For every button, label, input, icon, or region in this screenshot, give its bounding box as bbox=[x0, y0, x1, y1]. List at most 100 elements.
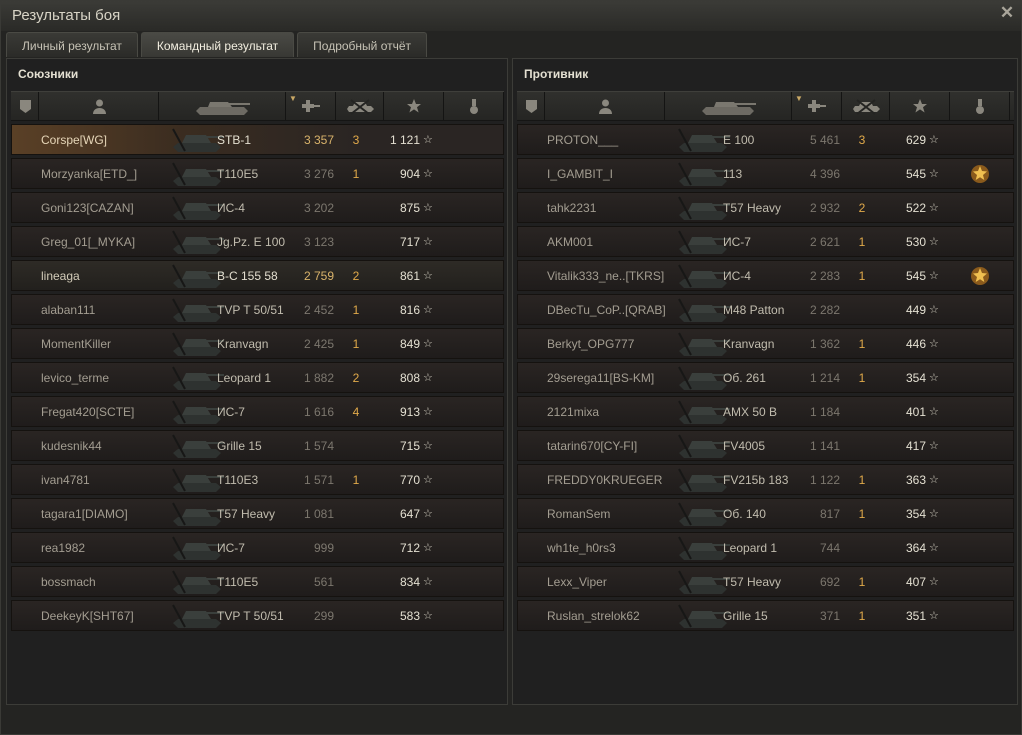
player-row[interactable]: Lexx_Viper T57 Heavy 692 1 407 ☆ bbox=[517, 566, 1014, 597]
player-row[interactable]: I_GAMBIT_I 113 4 396 545 ☆ bbox=[517, 158, 1014, 189]
player-row[interactable]: Berkyt_OPG777 Kranvagn 1 362 1 446 ☆ bbox=[517, 328, 1014, 359]
player-row[interactable]: rea1982 ИС-7 999 712 ☆ bbox=[11, 532, 504, 563]
kills-value: 1 bbox=[858, 269, 866, 283]
tab-detailed-report[interactable]: Подробный отчёт bbox=[297, 32, 428, 57]
kills-value: 1 bbox=[858, 337, 866, 351]
column-header-squad[interactable] bbox=[11, 92, 39, 120]
star-icon: ☆ bbox=[423, 474, 433, 486]
tank-icon bbox=[196, 102, 250, 115]
star-icon: ☆ bbox=[929, 406, 939, 418]
close-icon[interactable]: ✕ bbox=[999, 4, 1015, 21]
squad-icon bbox=[20, 100, 31, 113]
damage-value: 1 574 bbox=[303, 439, 334, 453]
tank-name: Jg.Pz. E 100 bbox=[217, 235, 286, 249]
player-row[interactable]: Ruslan_strelok62 Grille 15 371 1 351 ☆ bbox=[517, 600, 1014, 631]
star-icon: ☆ bbox=[423, 610, 433, 622]
player-row[interactable]: ivan4781 T110E3 1 571 1 770 ☆ bbox=[11, 464, 504, 495]
column-header-player[interactable] bbox=[39, 92, 159, 120]
column-header-medal[interactable] bbox=[950, 92, 1010, 120]
star-icon: ☆ bbox=[929, 202, 939, 214]
tab-team-result[interactable]: Командный результат bbox=[140, 32, 295, 57]
player-row[interactable]: kudesnik44 Grille 15 1 574 715 ☆ bbox=[11, 430, 504, 461]
damage-value: 2 452 bbox=[303, 303, 334, 317]
column-header-tank[interactable] bbox=[665, 92, 792, 120]
column-header-star[interactable] bbox=[384, 92, 444, 120]
player-name: Ruslan_strelok62 bbox=[547, 609, 640, 623]
player-row[interactable]: Vitalik333_ne..[TKRS] ИС-4 2 283 1 545 ☆ bbox=[517, 260, 1014, 291]
column-header-kills[interactable] bbox=[842, 92, 890, 120]
star-icon: ☆ bbox=[423, 270, 433, 282]
damage-value: 3 357 bbox=[303, 133, 334, 147]
star-icon: ☆ bbox=[423, 576, 433, 588]
medal-icon[interactable] bbox=[970, 266, 990, 286]
player-name: 2121mixa bbox=[547, 405, 600, 419]
medal-icon[interactable] bbox=[970, 164, 990, 184]
kills-value: 4 bbox=[352, 405, 360, 419]
column-header-kills[interactable] bbox=[336, 92, 384, 120]
player-row[interactable]: tatarin670[CY-FI] FV4005 1 141 417 ☆ bbox=[517, 430, 1014, 461]
allies-title: Союзники bbox=[18, 67, 79, 81]
tank-name: T57 Heavy bbox=[723, 575, 782, 589]
damage-icon bbox=[302, 100, 320, 112]
player-row[interactable]: PROTON___ E 100 5 461 3 629 ☆ bbox=[517, 124, 1014, 155]
medal-icon bbox=[470, 99, 478, 114]
column-header-damage[interactable]: ▼ bbox=[792, 92, 842, 120]
player-row[interactable]: 2121mixa AMX 50 B 1 184 401 ☆ bbox=[517, 396, 1014, 427]
player-row[interactable]: levico_terme Leopard 1 1 882 2 808 ☆ bbox=[11, 362, 504, 393]
xp-value: 913 bbox=[399, 405, 420, 419]
player-row[interactable]: Goni123[CAZAN] ИС-4 3 202 875 ☆ bbox=[11, 192, 504, 223]
player-row[interactable]: lineaga B-C 155 58 2 759 2 861 ☆ bbox=[11, 260, 504, 291]
damage-value: 1 141 bbox=[809, 439, 840, 453]
player-row[interactable]: bossmach T110E5 561 834 ☆ bbox=[11, 566, 504, 597]
column-header-star[interactable] bbox=[890, 92, 950, 120]
player-row[interactable]: RomanSem Об. 140 817 1 354 ☆ bbox=[517, 498, 1014, 529]
player-name: bossmach bbox=[41, 575, 96, 589]
xp-value: 647 bbox=[399, 507, 420, 521]
damage-value: 299 bbox=[313, 609, 334, 623]
damage-value: 3 202 bbox=[303, 201, 334, 215]
player-row[interactable]: Fregat420[SCTE] ИС-7 1 616 4 913 ☆ bbox=[11, 396, 504, 427]
star-icon: ☆ bbox=[929, 134, 939, 146]
tank-name: T57 Heavy bbox=[723, 201, 782, 215]
kills-value: 2 bbox=[858, 201, 866, 215]
xp-value: 1 121 bbox=[389, 133, 420, 147]
column-header-tank[interactable] bbox=[159, 92, 286, 120]
xp-value: 834 bbox=[399, 575, 420, 589]
star-icon: ☆ bbox=[423, 542, 433, 554]
player-row[interactable]: DBecTu_CoP..[QRAB] M48 Patton 2 282 449 ☆ bbox=[517, 294, 1014, 325]
column-header-player[interactable] bbox=[545, 92, 665, 120]
player-name: I_GAMBIT_I bbox=[547, 167, 614, 181]
player-row[interactable]: 29serega11[BS-KM] Об. 261 1 214 1 354 ☆ bbox=[517, 362, 1014, 393]
player-row[interactable]: Corspe[WG] STB-1 3 357 3 1 121 ☆ bbox=[11, 124, 504, 155]
tank-name: ИС-4 bbox=[217, 201, 245, 215]
star-icon: ☆ bbox=[929, 610, 939, 622]
star-icon: ☆ bbox=[423, 304, 433, 316]
player-row[interactable]: Morzyanka[ETD_] T110E5 3 276 1 904 ☆ bbox=[11, 158, 504, 189]
tab-personal-result[interactable]: Личный результат bbox=[6, 32, 138, 57]
player-name: levico_terme bbox=[41, 371, 110, 385]
player-row[interactable]: wh1te_h0rs3 Leopard 1 744 364 ☆ bbox=[517, 532, 1014, 563]
damage-value: 3 276 bbox=[303, 167, 334, 181]
damage-value: 371 bbox=[819, 609, 840, 623]
player-row[interactable]: tahk2231 T57 Heavy 2 932 2 522 ☆ bbox=[517, 192, 1014, 223]
player-name: MomentKiller bbox=[41, 337, 112, 351]
column-header-squad[interactable] bbox=[517, 92, 545, 120]
star-icon: ☆ bbox=[423, 440, 433, 452]
player-row[interactable]: FREDDY0KRUEGER FV215b 183 1 122 1 363 ☆ bbox=[517, 464, 1014, 495]
player-row[interactable]: tagara1[DIAMO] T57 Heavy 1 081 647 ☆ bbox=[11, 498, 504, 529]
player-row[interactable]: AKM001 ИС-7 2 621 1 530 ☆ bbox=[517, 226, 1014, 257]
tank-name: Leopard 1 bbox=[723, 541, 778, 555]
damage-value: 1 081 bbox=[303, 507, 334, 521]
player-name: tagara1[DIAMO] bbox=[41, 507, 128, 521]
player-name: AKM001 bbox=[547, 235, 594, 249]
column-header-damage[interactable]: ▼ bbox=[286, 92, 336, 120]
player-row[interactable]: MomentKiller Kranvagn 2 425 1 849 ☆ bbox=[11, 328, 504, 359]
enemies-header: ▼ bbox=[517, 91, 1014, 121]
player-row[interactable]: alaban111 TVP T 50/51 2 452 1 816 ☆ bbox=[11, 294, 504, 325]
star-icon: ☆ bbox=[423, 372, 433, 384]
damage-value: 4 396 bbox=[809, 167, 840, 181]
player-row[interactable]: DeekeyK[SHT67] TVP T 50/51 299 583 ☆ bbox=[11, 600, 504, 631]
player-row[interactable]: Greg_01[_MYKA] Jg.Pz. E 100 3 123 717 ☆ bbox=[11, 226, 504, 257]
column-header-medal[interactable] bbox=[444, 92, 504, 120]
xp-value: 354 bbox=[905, 507, 926, 521]
